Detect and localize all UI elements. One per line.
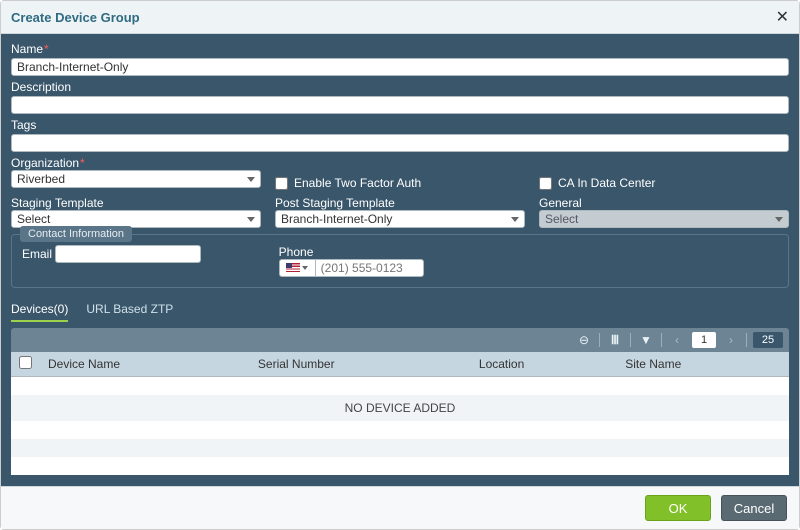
devices-table: Device Name Serial Number Location Site …: [11, 352, 789, 475]
tab-url-based-ztp[interactable]: URL Based ZTP: [86, 302, 173, 322]
contact-information-heading: Contact Information: [20, 226, 132, 242]
staging-template-value: Select: [17, 212, 50, 226]
prev-page-icon[interactable]: ‹: [668, 333, 686, 347]
name-label: Name: [11, 42, 789, 56]
phone-label: Phone: [279, 245, 314, 259]
enable-2fa-checkbox[interactable]: [275, 177, 288, 190]
us-flag-icon: [286, 263, 300, 273]
remove-icon[interactable]: ⊖: [575, 333, 593, 347]
col-location[interactable]: Location: [471, 352, 617, 377]
ca-datacenter-label: CA In Data Center: [558, 176, 655, 190]
enable-2fa-label: Enable Two Factor Auth: [294, 176, 421, 190]
description-input[interactable]: [11, 96, 789, 114]
cancel-button[interactable]: Cancel: [721, 495, 787, 521]
table-toolbar: ⊖ Ⅲ ▼ ‹ 1 › 25: [11, 328, 789, 352]
description-label: Description: [11, 80, 789, 94]
table-row: [11, 377, 789, 395]
select-all-checkbox[interactable]: [19, 356, 32, 369]
chevron-down-icon: [302, 266, 308, 270]
table-row: [11, 421, 789, 439]
post-staging-template-select[interactable]: Branch-Internet-Only: [275, 210, 525, 228]
no-device-text: NO DEVICE ADDED: [11, 395, 789, 421]
ok-button[interactable]: OK: [645, 495, 711, 521]
post-staging-template-value: Branch-Internet-Only: [281, 212, 392, 226]
phone-country-selector[interactable]: [279, 259, 315, 277]
email-label: Email: [22, 247, 52, 261]
close-icon[interactable]: ✕: [776, 7, 789, 27]
tags-label: Tags: [11, 118, 789, 132]
organization-value: Riverbed: [17, 172, 65, 186]
chevron-down-icon: [511, 217, 519, 222]
post-staging-template-label: Post Staging Template: [275, 196, 395, 210]
columns-icon[interactable]: Ⅲ: [606, 333, 624, 347]
table-row: [11, 439, 789, 457]
create-device-group-modal: Create Device Group ✕ Name Description T…: [0, 0, 800, 530]
col-site-name[interactable]: Site Name: [617, 352, 789, 377]
no-device-row: NO DEVICE ADDED: [11, 395, 789, 421]
tab-devices[interactable]: Devices(0): [11, 302, 68, 322]
chevron-down-icon: [247, 177, 255, 182]
col-device-name[interactable]: Device Name: [40, 352, 250, 377]
email-input[interactable]: [55, 245, 201, 263]
general-value: Select: [545, 212, 578, 226]
filter-icon[interactable]: ▼: [637, 333, 655, 347]
name-input[interactable]: [11, 58, 789, 76]
staging-template-label: Staging Template: [11, 196, 104, 210]
next-page-icon[interactable]: ›: [722, 333, 740, 347]
ca-datacenter-checkbox[interactable]: [539, 177, 552, 190]
tabs: Devices(0) URL Based ZTP: [11, 302, 789, 322]
col-serial-number[interactable]: Serial Number: [250, 352, 471, 377]
tags-input[interactable]: [11, 134, 789, 152]
phone-input[interactable]: [315, 259, 425, 277]
page-number-input[interactable]: 1: [692, 332, 716, 348]
organization-select[interactable]: Riverbed: [11, 170, 261, 188]
modal-title: Create Device Group: [11, 10, 140, 25]
general-select: Select: [539, 210, 789, 228]
organization-label: Organization: [11, 156, 85, 170]
table-row: [11, 457, 789, 475]
general-label: General: [539, 196, 582, 210]
chevron-down-icon: [247, 217, 255, 222]
modal-footer: OK Cancel: [1, 486, 799, 529]
contact-information-box: Contact Information Email Phone: [11, 234, 789, 288]
page-size-select[interactable]: 25: [753, 332, 783, 348]
modal-body: Name Description Tags Organization River…: [1, 34, 799, 486]
titlebar: Create Device Group ✕: [1, 1, 799, 34]
chevron-down-icon: [775, 217, 783, 222]
